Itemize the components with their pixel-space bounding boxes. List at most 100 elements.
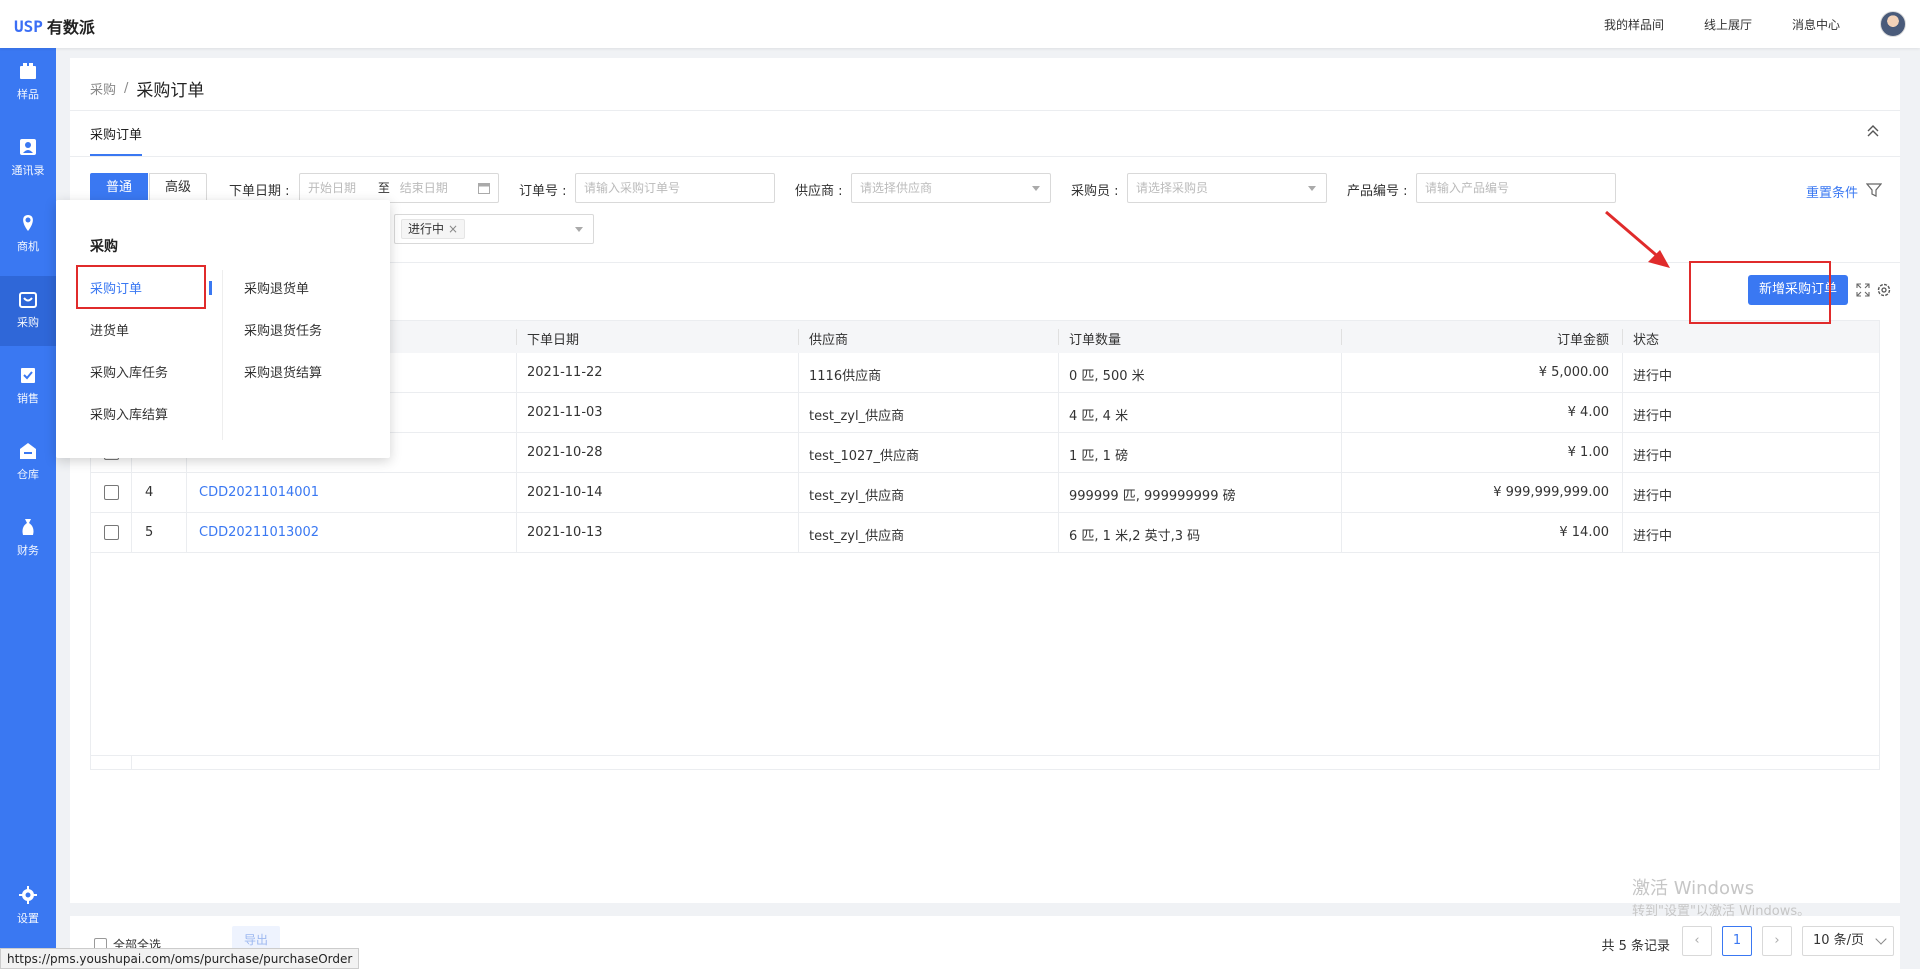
highlight-box-new-button bbox=[1689, 261, 1831, 324]
page-1-button[interactable]: 1 bbox=[1722, 926, 1752, 956]
sidebar-item-settings[interactable]: 设置 bbox=[0, 872, 56, 942]
total-records: 共 5 条记录 bbox=[1601, 939, 1670, 954]
prev-page-button[interactable]: ‹ bbox=[1682, 926, 1712, 956]
sidebar-item-sample[interactable]: 样品 bbox=[0, 48, 56, 118]
status-url: https://pms.youshupai.com/oms/purchase/p… bbox=[0, 948, 360, 969]
top-nav-sample-room[interactable]: 我的样品间 bbox=[1604, 16, 1664, 33]
sidebar-item-label: 通讯录 bbox=[11, 164, 45, 177]
header-date[interactable]: 下单日期 bbox=[527, 329, 579, 348]
sidebar: 样品 通讯录 商机 采购 销售 仓库 财务 设置 bbox=[0, 48, 56, 969]
column-divider bbox=[1341, 353, 1342, 553]
buyer-select[interactable]: 请选择采购员 bbox=[1127, 173, 1327, 203]
product-input[interactable]: 请输入产品编号 bbox=[1416, 173, 1616, 203]
purchase-icon bbox=[19, 292, 37, 308]
order-number-link[interactable]: CDD20211013002 bbox=[199, 525, 319, 540]
row-checkbox[interactable] bbox=[104, 485, 119, 500]
sidebar-item-warehouse[interactable]: 仓库 bbox=[0, 428, 56, 498]
sidebar-item-label: 财务 bbox=[17, 544, 39, 557]
chevron-down-icon bbox=[1875, 933, 1887, 945]
fullscreen-icon[interactable] bbox=[1856, 283, 1870, 297]
status-select[interactable]: 进行中 × bbox=[394, 214, 594, 244]
product-label: 产品编号 : bbox=[1347, 184, 1408, 199]
page-size-value: 10 条/页 bbox=[1813, 933, 1865, 948]
menu-item-goods-receipt[interactable]: 进货单 bbox=[90, 320, 129, 339]
warehouse-icon bbox=[20, 443, 36, 459]
order-no-input[interactable]: 请输入采购订单号 bbox=[575, 173, 775, 203]
filter-icon[interactable] bbox=[1866, 182, 1882, 198]
sidebar-item-contacts[interactable]: 通讯录 bbox=[0, 124, 56, 194]
chevron-down-icon bbox=[1308, 186, 1316, 191]
menu-item-inbound-task[interactable]: 采购入库任务 bbox=[90, 362, 168, 381]
divider bbox=[222, 270, 223, 440]
product-label-text: 产品编号 bbox=[1347, 184, 1400, 199]
next-page-button[interactable]: › bbox=[1762, 926, 1792, 956]
supplier-select[interactable]: 请选择供应商 bbox=[851, 173, 1051, 203]
status-text: 进行中 bbox=[1633, 489, 1673, 504]
sidebar-item-finance[interactable]: 财务 bbox=[0, 504, 56, 574]
header-status[interactable]: 状态 bbox=[1633, 329, 1659, 348]
breadcrumb-parent[interactable]: 采购 bbox=[90, 79, 116, 98]
order-amount: ¥ 999,999,999.00 bbox=[1493, 485, 1609, 500]
collapse-icon[interactable] bbox=[1866, 124, 1880, 138]
header-supplier[interactable]: 供应商 bbox=[809, 329, 848, 348]
order-qty: 0 匹, 500 米 bbox=[1069, 369, 1145, 384]
table-row[interactable]: 5 CDD20211013002 2021-10-13 test_zyl_供应商… bbox=[91, 513, 1879, 553]
supplier-label-text: 供应商 bbox=[795, 184, 835, 199]
contacts-icon bbox=[20, 139, 36, 155]
buyer-placeholder: 请选择采购员 bbox=[1136, 181, 1209, 195]
order-no-placeholder: 请输入采购订单号 bbox=[584, 181, 681, 195]
tab-purchase-order[interactable]: 采购订单 bbox=[90, 124, 143, 156]
page-size-select[interactable]: 10 条/页 bbox=[1802, 926, 1894, 956]
logo[interactable]: USP 有数派 bbox=[14, 14, 95, 38]
supplier-name: 1116供应商 bbox=[809, 369, 882, 384]
opportunity-icon bbox=[23, 215, 33, 231]
highlight-box-menu bbox=[76, 265, 206, 309]
top-nav: 我的样品间 线上展厅 消息中心 bbox=[1604, 16, 1840, 33]
date-range-input[interactable]: 开始日期 至 结束日期 bbox=[299, 173, 499, 203]
date-label-text: 下单日期 bbox=[229, 184, 282, 199]
mode-advanced-button[interactable]: 高级 bbox=[149, 173, 208, 203]
date-label: 下单日期 : bbox=[229, 184, 290, 199]
order-amount: ¥ 4.00 bbox=[1567, 405, 1609, 420]
watermark-subtitle: 转到"设置"以激活 Windows。 bbox=[1632, 904, 1811, 919]
divider bbox=[70, 110, 1900, 111]
row-index: 4 bbox=[145, 485, 154, 500]
settings-icon bbox=[19, 886, 37, 904]
header-amount[interactable]: 订单金额 bbox=[1557, 329, 1609, 348]
sidebar-item-label: 设置 bbox=[17, 912, 39, 925]
header-qty[interactable]: 订单数量 bbox=[1069, 329, 1121, 348]
supplier-name: test_zyl_供应商 bbox=[809, 409, 905, 424]
top-nav-showroom[interactable]: 线上展厅 bbox=[1704, 16, 1752, 33]
sidebar-item-opportunity[interactable]: 商机 bbox=[0, 200, 56, 270]
order-date: 2021-10-28 bbox=[527, 445, 603, 460]
row-index: 5 bbox=[145, 525, 154, 540]
sidebar-item-purchase[interactable]: 采购 bbox=[0, 276, 56, 346]
reset-filters-link[interactable]: 重置条件 bbox=[1806, 182, 1858, 201]
sidebar-item-label: 商机 bbox=[17, 240, 39, 253]
top-nav-messages[interactable]: 消息中心 bbox=[1792, 16, 1840, 33]
table-footer bbox=[91, 755, 1879, 770]
supplier-name: test_1027_供应商 bbox=[809, 449, 920, 464]
sales-icon bbox=[21, 368, 35, 383]
order-number-link[interactable]: CDD20211014001 bbox=[199, 485, 319, 500]
menu-item-inbound-settlement[interactable]: 采购入库结算 bbox=[90, 404, 168, 423]
buyer-label: 采购员 : bbox=[1071, 184, 1119, 199]
mode-normal-button[interactable]: 普通 bbox=[90, 173, 149, 203]
chevron-down-icon bbox=[1032, 186, 1040, 191]
row-checkbox[interactable] bbox=[104, 525, 119, 540]
menu-item-return-task[interactable]: 采购退货任务 bbox=[244, 320, 322, 339]
column-divider bbox=[516, 329, 517, 345]
gear-icon[interactable] bbox=[1876, 282, 1892, 298]
sidebar-item-sales[interactable]: 销售 bbox=[0, 352, 56, 422]
date-start-placeholder: 开始日期 bbox=[308, 181, 357, 195]
table-row[interactable]: 4 CDD20211014001 2021-10-14 test_zyl_供应商… bbox=[91, 473, 1879, 513]
menu-item-return-settlement[interactable]: 采购退货结算 bbox=[244, 362, 322, 381]
page-title: 采购订单 bbox=[136, 81, 205, 101]
main-panel: 采购 / 采购订单 采购订单 普通 高级 下单日期 : 开始日期 至 结束日期 … bbox=[70, 58, 1900, 903]
close-icon[interactable]: × bbox=[448, 222, 458, 236]
order-date: 2021-11-03 bbox=[527, 405, 603, 420]
menu-item-return-order[interactable]: 采购退货单 bbox=[244, 278, 309, 297]
column-divider bbox=[1341, 329, 1342, 345]
purchase-menu: 采购 采购订单 进货单 采购入库任务 采购入库结算 采购退货单 采购退货任务 采… bbox=[56, 200, 390, 458]
avatar[interactable] bbox=[1880, 11, 1906, 37]
